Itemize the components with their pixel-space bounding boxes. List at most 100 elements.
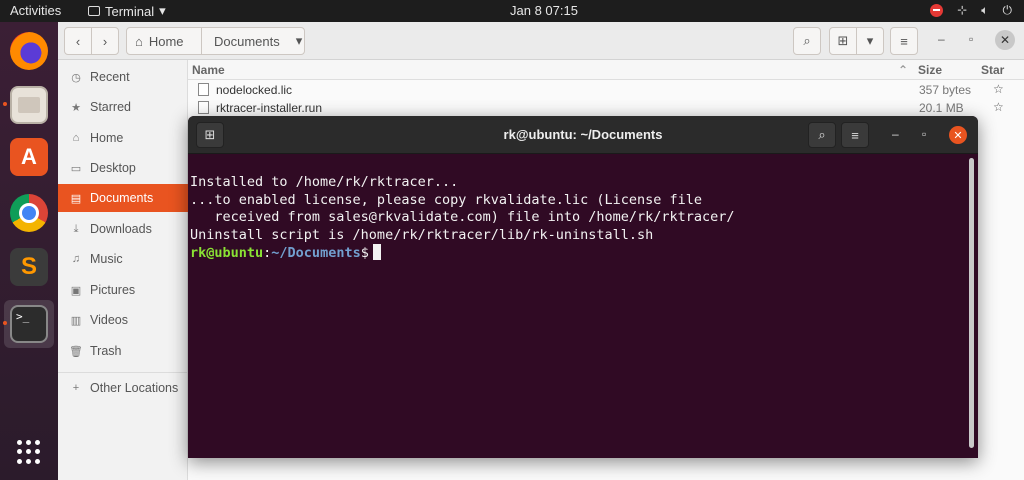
view-toggle-button[interactable]: ⊞ xyxy=(829,27,857,55)
sidebar-item-trash[interactable]: 🗑︎ Trash xyxy=(58,337,188,365)
ubuntu-software-icon[interactable]: A xyxy=(10,138,48,176)
sidebar-item-downloads[interactable]: ⤓ Downloads xyxy=(58,215,188,243)
desktop-icon: ▭ xyxy=(70,162,82,175)
running-indicator xyxy=(3,321,7,325)
search-icon: ⌕ xyxy=(803,33,811,48)
sublime-text-icon[interactable]: S xyxy=(10,248,48,286)
table-row[interactable]: nodelocked.lic 357 bytes ☆ xyxy=(188,81,1024,99)
chevron-down-icon: ▾ xyxy=(866,33,874,48)
app-menu-label: Terminal xyxy=(105,3,155,19)
document-icon: ▤ xyxy=(70,192,82,205)
sidebar-item-videos[interactable]: ▥ Videos xyxy=(58,306,188,334)
clock-icon: ◷ xyxy=(71,71,81,84)
table-row[interactable]: rktracer-installer.run 20.1 MB ☆ xyxy=(188,99,1024,117)
activities-button[interactable]: Activities xyxy=(10,3,61,18)
sidebar-item-other-locations[interactable]: + Other Locations xyxy=(58,374,188,402)
running-indicator xyxy=(3,102,7,106)
prompt-path: ~/Documents xyxy=(271,245,361,261)
terminal-menu-button[interactable]: ≡ xyxy=(841,122,869,148)
network-icon[interactable]: ⊹ xyxy=(957,3,967,17)
text-cursor xyxy=(372,244,381,260)
picture-icon: ▣ xyxy=(70,284,82,297)
file-icon xyxy=(198,83,209,96)
video-icon: ▥ xyxy=(70,314,82,327)
sidebar-item-starred[interactable]: ★ Starred xyxy=(58,93,188,121)
file-name: nodelocked.lic xyxy=(216,83,293,97)
chevron-down-icon: ▾ xyxy=(295,33,303,48)
path-home-label: Home xyxy=(148,33,184,49)
trash-icon: 🗑︎ xyxy=(69,345,83,358)
sort-arrow-icon[interactable]: ⌃ xyxy=(898,60,908,80)
places-sidebar: ◷ Recent ★ Starred ⌂ Home ▭ Desktop ▤ Do… xyxy=(58,60,188,480)
sidebar-item-pictures[interactable]: ▣ Pictures xyxy=(58,276,188,304)
maximize-button[interactable]: ▫ xyxy=(969,32,973,46)
terminal-line: ...to enabled license, please copy rkval… xyxy=(190,191,703,208)
file-size: 357 bytes xyxy=(919,83,972,97)
terminal-prompt-line[interactable]: rk@ubuntu:~/Documents$ xyxy=(190,244,968,263)
terminal-search-button[interactable]: ⌕ xyxy=(808,122,836,148)
sidebar-item-documents[interactable]: ▤ Documents xyxy=(58,184,188,212)
sidebar-item-home[interactable]: ⌂ Home xyxy=(58,124,188,152)
show-applications-icon[interactable] xyxy=(17,440,41,464)
close-icon: ✕ xyxy=(953,129,963,142)
app-menu[interactable]: Terminal ▾ xyxy=(88,3,166,19)
maximize-button[interactable]: ▫ xyxy=(922,127,926,141)
search-icon: ⌕ xyxy=(818,127,826,142)
chevron-left-icon: ‹ xyxy=(75,33,81,49)
menu-button[interactable]: ≡ xyxy=(890,27,918,55)
minimize-button[interactable]: – xyxy=(892,127,899,141)
file-name: rktracer-installer.run xyxy=(216,101,323,115)
back-button[interactable]: ‹ xyxy=(64,27,92,55)
view-options-button[interactable]: ▾ xyxy=(856,27,884,55)
sidebar-item-label: Documents xyxy=(90,191,154,205)
chevron-right-icon: › xyxy=(102,33,108,49)
sidebar-item-label: Starred xyxy=(90,100,131,114)
home-icon: ⌂ xyxy=(135,33,143,49)
chevron-down-icon: ▾ xyxy=(159,3,166,18)
terminal-header-bar: ⊞ rk@ubuntu: ~/Documents ⌕ ≡ – ▫ ✕ xyxy=(188,116,978,154)
forward-button[interactable]: › xyxy=(91,27,119,55)
sidebar-item-label: Downloads xyxy=(90,222,152,236)
close-button[interactable]: ✕ xyxy=(949,126,967,144)
hamburger-icon: ≡ xyxy=(900,33,908,49)
grid-view-icon: ⊞ xyxy=(837,33,849,48)
column-header-size[interactable]: Size xyxy=(918,60,942,80)
power-icon[interactable]: ⏻ xyxy=(1003,3,1013,17)
close-button[interactable]: ✕ xyxy=(995,30,1015,50)
download-icon: ⤓ xyxy=(73,222,79,235)
terminal-window[interactable]: ⊞ rk@ubuntu: ~/Documents ⌕ ≡ – ▫ ✕ Insta… xyxy=(188,116,978,458)
chrome-icon[interactable] xyxy=(10,194,48,232)
terminal-icon[interactable]: >_ xyxy=(10,305,48,343)
prompt-symbol: $ xyxy=(360,245,369,261)
system-tray[interactable]: ⊹ 🔈︎ ⏻ xyxy=(930,3,1012,17)
star-icon[interactable]: ☆ xyxy=(993,100,1004,114)
firefox-icon[interactable] xyxy=(10,32,48,70)
terminal-line: received from sales@rkvalidate.com) file… xyxy=(190,209,735,225)
column-header-name[interactable]: Name xyxy=(192,60,225,80)
path-home-button[interactable]: ⌂ Home xyxy=(126,27,202,55)
column-header-star[interactable]: Star xyxy=(981,60,1004,80)
volume-icon[interactable]: 🔈︎ xyxy=(981,3,988,17)
sidebar-item-recent[interactable]: ◷ Recent xyxy=(58,63,188,91)
sidebar-item-desktop[interactable]: ▭ Desktop xyxy=(58,154,188,182)
sidebar-item-label: Recent xyxy=(90,70,130,84)
sidebar-item-music[interactable]: ♫ Music xyxy=(58,245,188,273)
star-icon[interactable]: ☆ xyxy=(993,82,1004,96)
close-icon: ✕ xyxy=(999,33,1011,47)
search-button[interactable]: ⌕ xyxy=(793,27,821,55)
top-bar: Activities Terminal ▾ Jan 8 07:15 ⊹ 🔈︎ ⏻ xyxy=(0,0,1024,22)
plus-icon: + xyxy=(72,382,80,394)
sidebar-item-label: Pictures xyxy=(90,283,136,297)
sidebar-item-label: Videos xyxy=(90,313,128,327)
clock[interactable]: Jan 8 07:15 xyxy=(510,3,578,18)
terminal-scrollbar[interactable] xyxy=(969,158,974,448)
files-icon[interactable] xyxy=(10,86,48,124)
sidebar-item-label: Trash xyxy=(90,344,122,358)
files-header-bar: ‹ › ⌂ Home Documents ▾ ⌕ ⊞ ▾ ≡ – ▫ ✕ xyxy=(58,22,1024,60)
path-documents-button[interactable]: Documents ▾ xyxy=(201,27,305,55)
terminal-icon xyxy=(88,6,100,16)
file-icon xyxy=(198,101,209,114)
terminal-output[interactable]: Installed to /home/rk/rktracer... ...to e… xyxy=(190,174,968,263)
minimize-button[interactable]: – xyxy=(938,32,945,46)
do-not-disturb-icon[interactable] xyxy=(930,3,944,17)
